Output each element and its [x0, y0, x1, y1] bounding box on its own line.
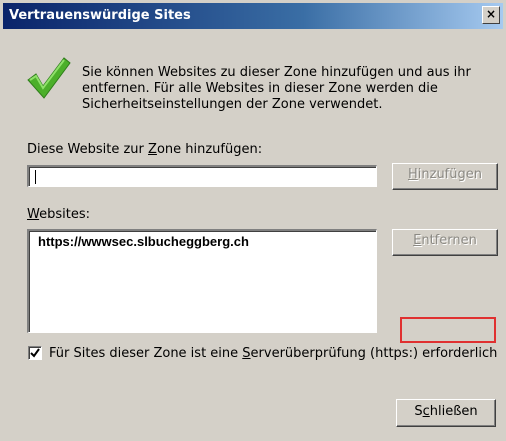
https-label-pre: Für Sites dieser Zone ist eine	[49, 346, 243, 361]
remove-button[interactable]: Entfernen	[392, 229, 498, 256]
close-button-key: c	[422, 404, 430, 419]
add-site-label-pre: Diese Website zur	[27, 142, 149, 157]
check-icon	[30, 348, 40, 358]
highlight-box	[400, 317, 496, 343]
websites-label-key: W	[27, 207, 40, 222]
dialog-title: Vertrauenswürdige Sites	[9, 8, 191, 23]
add-button-key: H	[407, 167, 418, 182]
add-site-label-post: one hinzufügen:	[156, 142, 263, 157]
https-label-key: S	[242, 346, 251, 361]
info-text: Sie können Websites zu dieser Zone hinzu…	[82, 65, 471, 112]
title-bar: Vertrauenswürdige Sites ×	[3, 3, 503, 29]
close-button[interactable]: Schließen	[396, 399, 496, 427]
websites-list[interactable]: https://wwwsec.slbucheggberg.ch	[27, 229, 377, 333]
trusted-sites-dialog: Vertrauenswürdige Sites × Sie können Web…	[0, 0, 506, 441]
add-site-label: Diese Website zur Zone hinzufügen:	[27, 142, 262, 158]
list-item[interactable]: https://wwwsec.slbucheggberg.ch	[38, 234, 249, 250]
close-icon[interactable]: ×	[482, 6, 500, 24]
websites-label-rest: ebsites:	[39, 207, 90, 222]
website-url-input[interactable]	[27, 165, 377, 187]
remove-button-rest: ntfernen	[421, 233, 477, 248]
add-button-rest: inzufügen	[417, 167, 482, 182]
close-button-pre: S	[414, 404, 423, 419]
add-button[interactable]: Hinzufügen	[392, 163, 498, 190]
close-button-post: hließen	[429, 404, 478, 419]
add-site-label-key: Z	[148, 142, 157, 157]
websites-label: Websites:	[27, 207, 90, 223]
text-caret	[35, 170, 36, 184]
checkmark-icon	[27, 57, 71, 99]
https-checkbox-label[interactable]: Für Sites dieser Zone ist eine Serverübe…	[49, 346, 497, 362]
https-checkbox[interactable]	[28, 346, 42, 360]
https-label-post: erverüberprüfung (https:) erforderlich	[250, 346, 498, 361]
